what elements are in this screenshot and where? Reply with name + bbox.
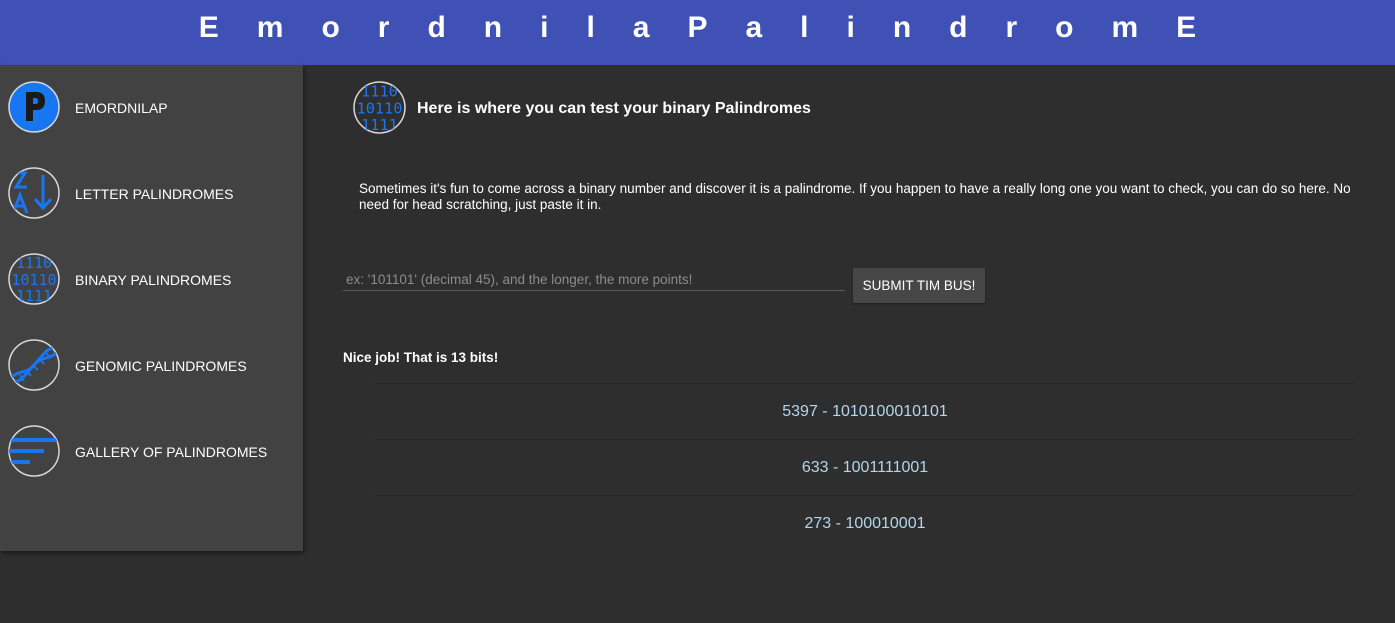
sidebar-item-letter-palindromes[interactable]: LETTER PALINDROMES	[0, 151, 303, 237]
sidebar-item-label: EMORDNILAP	[75, 100, 168, 116]
dna-icon	[8, 339, 60, 391]
list-item: 633 - 1001111001	[375, 439, 1355, 495]
letter-sort-icon	[8, 167, 60, 219]
list-item: 273 - 100010001	[375, 495, 1355, 551]
results-list: 5397 - 1010100010101 633 - 1001111001 27…	[375, 383, 1355, 551]
sidebar-item-gallery-of-palindromes[interactable]: GALLERY OF PALINDROMES	[0, 409, 303, 495]
list-item: 5397 - 1010100010101	[375, 383, 1355, 439]
page-description: Sometimes it's fun to come across a bina…	[359, 181, 1351, 212]
binary-icon: 1110 10110 1111	[353, 81, 406, 134]
sidebar-item-emordnilap[interactable]: EMORDNILAP	[0, 65, 303, 151]
app-header: EmordnilaPalindromE	[0, 0, 1395, 65]
binary-icon: 1110 10110 1111	[8, 253, 60, 305]
svg-text:10110: 10110	[357, 100, 403, 118]
palindrome-p-icon	[8, 81, 60, 133]
svg-text:1111: 1111	[16, 287, 52, 305]
sidebar: EMORDNILAP LETTER PALINDROMES 1110 10110…	[0, 65, 303, 551]
page-heading: Here is where you can test your binary P…	[417, 100, 811, 117]
sidebar-item-label: GALLERY OF PALINDROMES	[75, 444, 268, 460]
sidebar-item-genomic-palindromes[interactable]: GENOMIC PALINDROMES	[0, 323, 303, 409]
submit-button[interactable]: SUBMIT TIM BUS!	[853, 268, 985, 303]
sidebar-item-label: LETTER PALINDROMES	[75, 186, 234, 202]
sidebar-item-label: BINARY PALINDROMES	[75, 272, 232, 288]
svg-text:1111: 1111	[361, 116, 398, 134]
sidebar-item-label: GENOMIC PALINDROMES	[75, 358, 247, 374]
filter-lines-icon	[8, 425, 60, 477]
app-title: EmordnilaPalindromE	[198, 11, 1235, 44]
result-message: Nice job! That is 13 bits!	[343, 350, 499, 365]
binary-input[interactable]	[343, 269, 845, 291]
sidebar-item-binary-palindromes[interactable]: 1110 10110 1111 BINARY PALINDROMES	[0, 237, 303, 323]
